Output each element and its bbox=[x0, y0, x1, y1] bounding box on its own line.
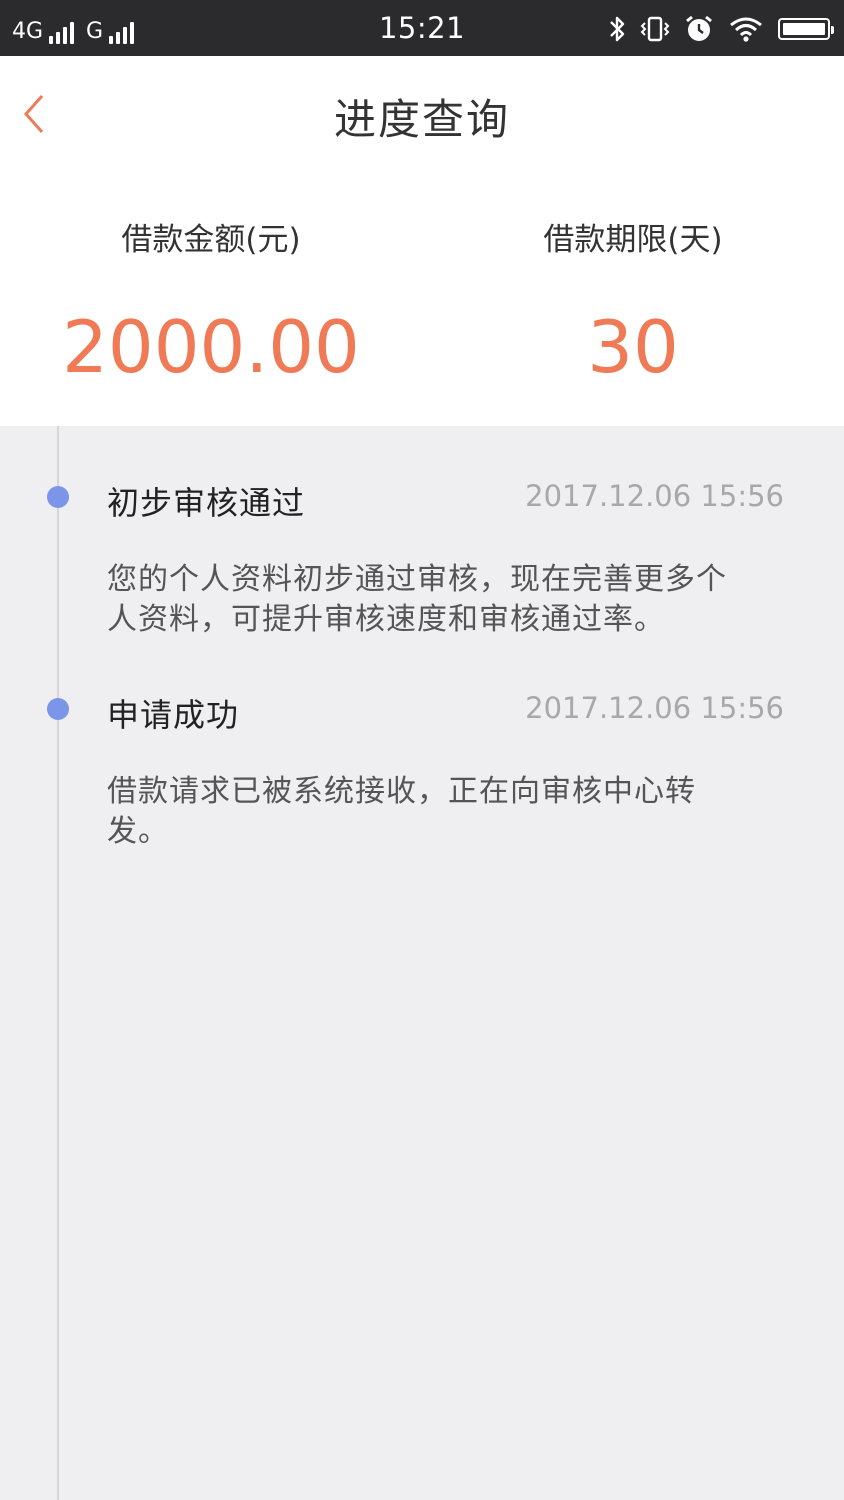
header: 进度查询 借款金额(元) 2000.00 借款期限(天) 30 bbox=[0, 56, 844, 426]
bluetooth-icon bbox=[610, 16, 625, 42]
loan-term-label: 借款期限(天) bbox=[543, 222, 723, 258]
status-bar: 4G G 15:21 bbox=[0, 0, 844, 56]
battery-fill bbox=[783, 23, 825, 35]
status-icons bbox=[608, 12, 834, 46]
event-time: 2017.12.06 15:56 bbox=[525, 691, 784, 725]
event-time: 2017.12.06 15:56 bbox=[525, 479, 784, 513]
loan-term: 借款期限(天) 30 bbox=[422, 214, 844, 389]
event-title: 初步审核通过 bbox=[107, 484, 306, 522]
loan-amount-label: 借款金额(元) bbox=[121, 222, 301, 258]
alarm-icon bbox=[686, 15, 712, 41]
event-description-line: 人资料，可提升审核速度和审核通过率。 bbox=[107, 602, 665, 637]
loan-amount-value: 2000.00 bbox=[62, 305, 360, 389]
event-description: 借款请求已被系统接收，正在向审核中心转 发。 bbox=[107, 772, 787, 852]
event-description: 您的个人资料初步通过审核，现在完善更多个 人资料，可提升审核速度和审核通过率。 bbox=[107, 560, 787, 640]
loan-term-value: 30 bbox=[587, 305, 679, 389]
event-description-line: 借款请求已被系统接收，正在向审核中心转 bbox=[107, 774, 696, 809]
event-description-line: 您的个人资料初步通过审核，现在完善更多个 bbox=[107, 562, 727, 597]
wifi-icon bbox=[730, 17, 762, 42]
event-description-line: 发。 bbox=[107, 814, 169, 849]
progress-timeline: 初步审核通过 2017.12.06 15:56 您的个人资料初步通过审核，现在完… bbox=[0, 426, 844, 1500]
timeline-line bbox=[57, 426, 59, 1500]
timeline-dot-icon bbox=[47, 486, 69, 508]
loan-amount: 借款金额(元) 2000.00 bbox=[0, 214, 422, 389]
page-title: 进度查询 bbox=[333, 95, 510, 144]
timeline-dot-icon bbox=[47, 698, 69, 720]
vibrate-icon bbox=[640, 16, 670, 42]
event-title: 申请成功 bbox=[107, 696, 240, 734]
battery-icon bbox=[778, 18, 834, 40]
